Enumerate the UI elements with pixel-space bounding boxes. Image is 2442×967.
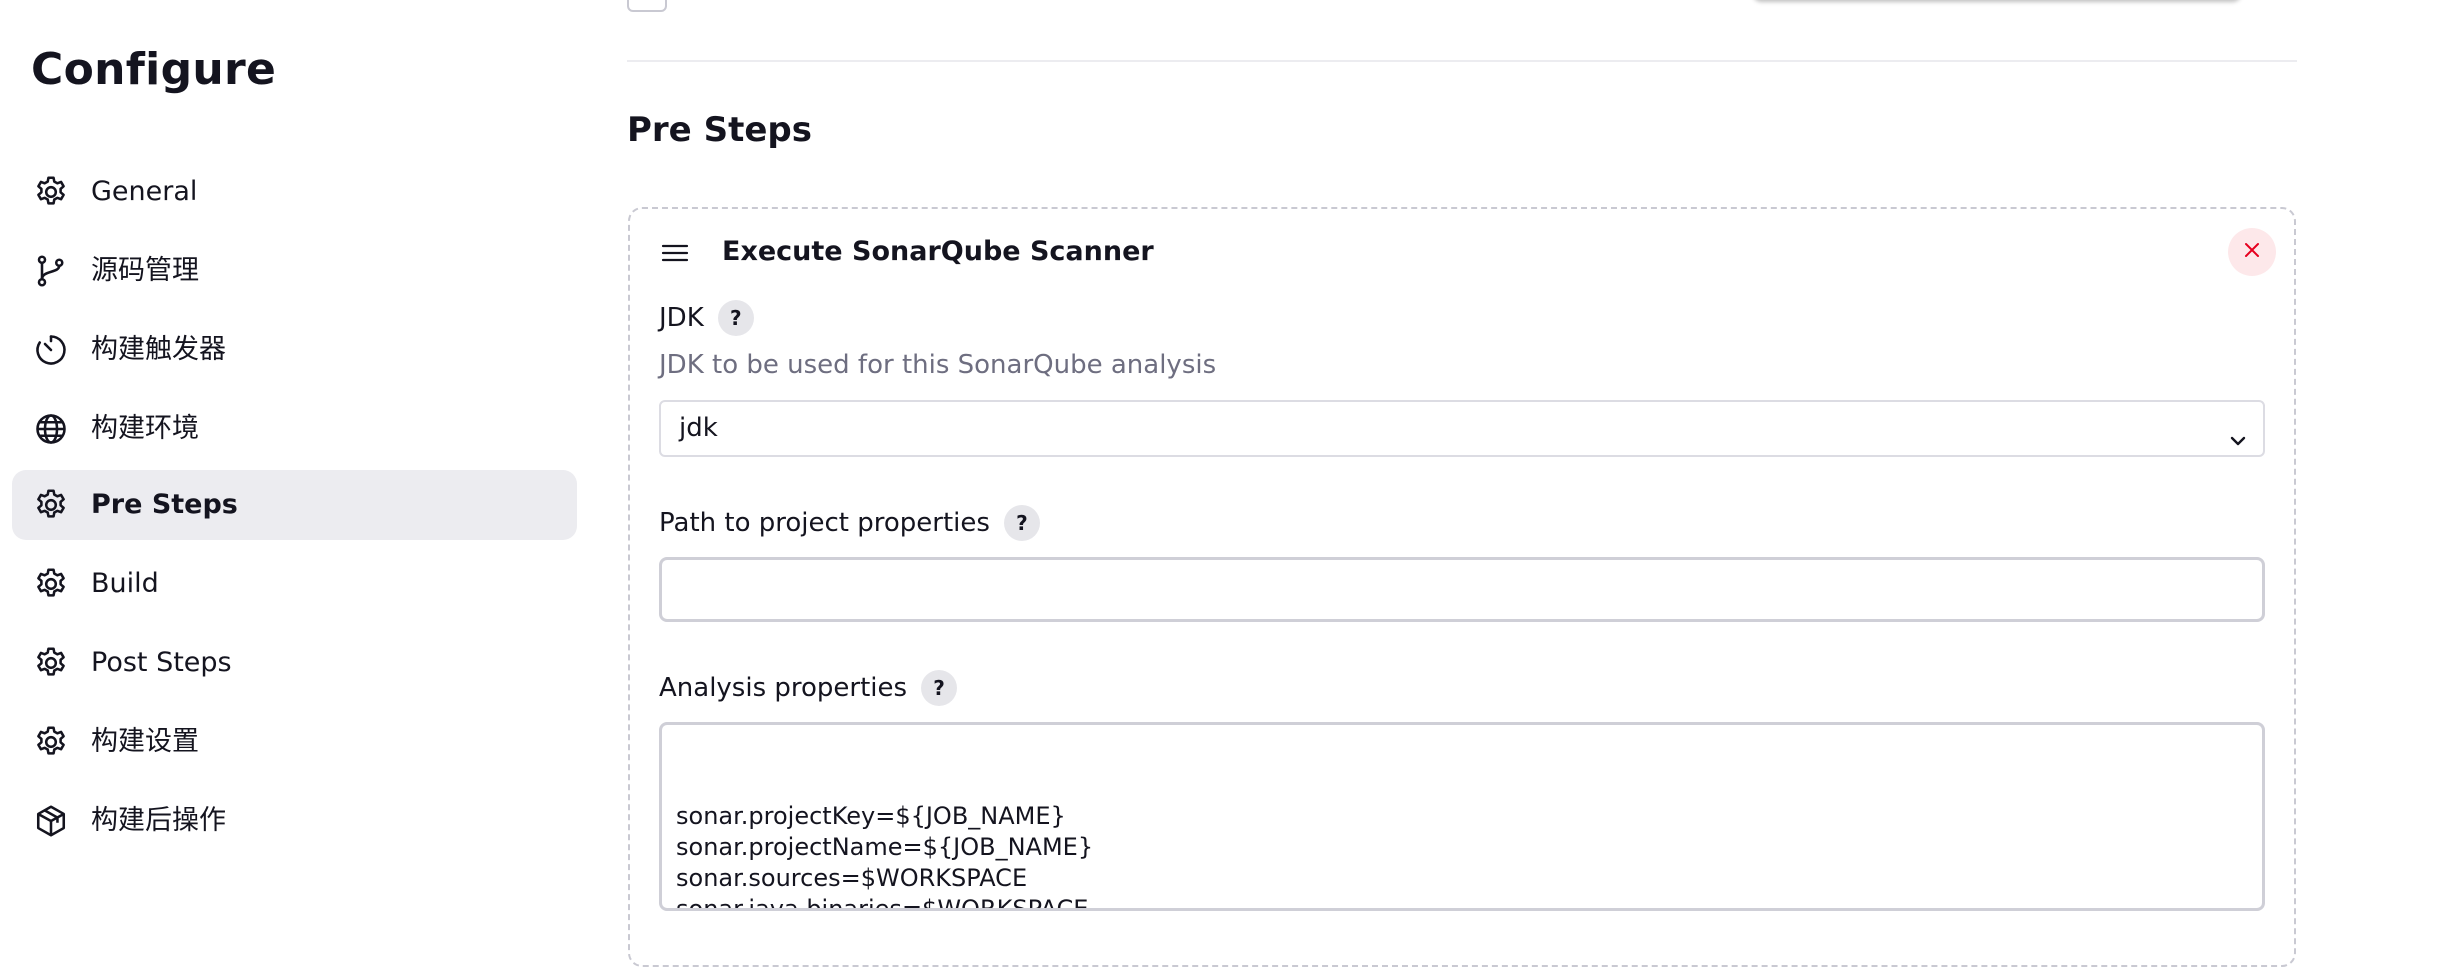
jdk-field-label: JDK ?: [659, 300, 754, 336]
globe-icon: [33, 411, 69, 447]
chevron-down-icon: [2227, 418, 2249, 446]
analysis-properties-help-button[interactable]: ?: [921, 670, 958, 706]
sidebar-item-general[interactable]: General: [12, 157, 577, 227]
sidebar: Configure General 源码管理 构建触发器 构建环境 Pre St…: [0, 0, 600, 930]
sidebar-item-label: 构建环境: [91, 413, 199, 444]
sidebar-item-environment[interactable]: 构建环境: [12, 394, 577, 464]
gear-icon: [33, 645, 69, 681]
sidebar-item-label: 构建设置: [91, 726, 199, 757]
sidebar-item-label: Pre Steps: [91, 489, 238, 520]
jdk-help-button[interactable]: ?: [717, 300, 754, 336]
sidebar-item-post-steps[interactable]: Post Steps: [12, 628, 577, 698]
timer-icon: [33, 332, 69, 368]
checkbox[interactable]: [627, 0, 667, 12]
jdk-description: JDK to be used for this SonarQube analys…: [659, 350, 1217, 380]
gear-icon: [33, 174, 69, 210]
sidebar-item-build[interactable]: Build: [12, 549, 577, 619]
project-properties-input[interactable]: [659, 557, 2265, 622]
sidebar-item-build-settings[interactable]: 构建设置: [12, 707, 577, 777]
jdk-label-text: JDK: [659, 303, 704, 333]
sidebar-item-post-build-actions[interactable]: 构建后操作: [12, 786, 577, 856]
project-properties-label-text: Path to project properties: [659, 508, 990, 538]
resize-grip-icon[interactable]: [2242, 888, 2258, 904]
analysis-properties-value: sonar.projectKey=${JOB_NAME} sonar.proje…: [676, 802, 1094, 911]
page-title: Configure: [31, 44, 277, 95]
gear-icon: [33, 566, 69, 602]
gear-icon: [33, 487, 69, 523]
sidebar-item-label: 源码管理: [91, 255, 199, 286]
sidebar-item-label: General: [91, 176, 198, 207]
sidebar-item-pre-steps[interactable]: Pre Steps: [12, 470, 577, 540]
gear-icon: [33, 724, 69, 760]
sidebar-item-label: 构建后操作: [91, 805, 226, 836]
analysis-properties-textarea[interactable]: sonar.projectKey=${JOB_NAME} sonar.proje…: [659, 722, 2265, 911]
close-icon: [2243, 241, 2261, 263]
project-properties-field-label: Path to project properties ?: [659, 505, 1040, 541]
jdk-select[interactable]: jdk: [659, 400, 2265, 457]
analysis-properties-field-label: Analysis properties ?: [659, 670, 958, 706]
project-properties-help-button[interactable]: ?: [1003, 505, 1040, 541]
jdk-select-value: jdk: [679, 413, 718, 443]
delete-step-button[interactable]: [2228, 228, 2276, 276]
branch-icon: [33, 253, 69, 289]
sidebar-item-label: Post Steps: [91, 647, 232, 678]
step-title: Execute SonarQube Scanner: [722, 236, 1154, 267]
sidebar-item-triggers[interactable]: 构建触发器: [12, 315, 577, 385]
section-divider: [627, 60, 2297, 62]
package-icon: [33, 803, 69, 839]
sidebar-item-label: 构建触发器: [91, 334, 226, 365]
section-title: Pre Steps: [627, 110, 812, 150]
drag-handle-icon[interactable]: [661, 243, 689, 263]
analysis-properties-label-text: Analysis properties: [659, 673, 908, 703]
sidebar-item-label: Build: [91, 568, 159, 599]
sidebar-item-scm[interactable]: 源码管理: [12, 236, 577, 306]
